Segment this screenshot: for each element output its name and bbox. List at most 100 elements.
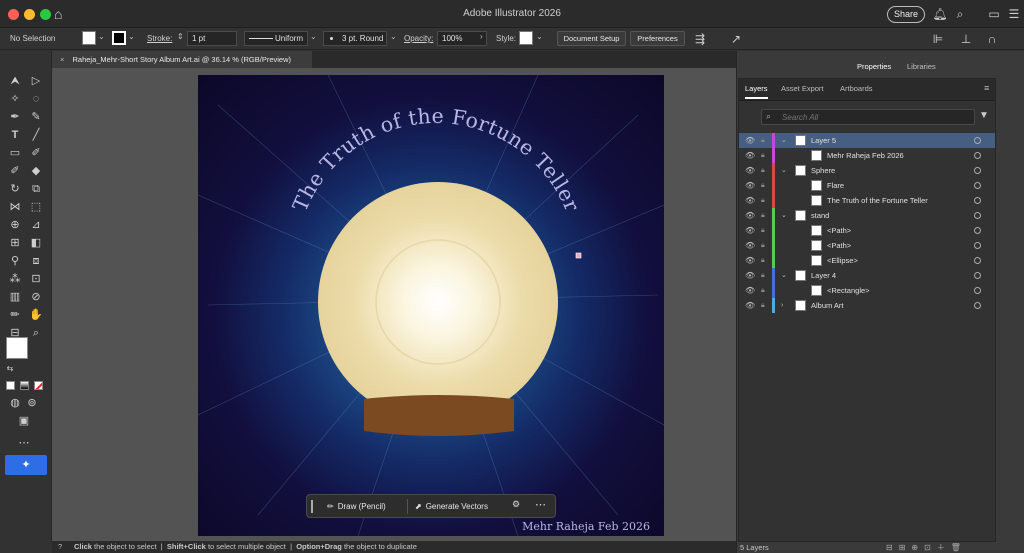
document-setup-button[interactable]: Document Setup bbox=[557, 31, 626, 46]
free-transform-tool-icon[interactable]: ⬚ bbox=[28, 199, 44, 215]
stroke-profile-select[interactable]: Uniform bbox=[244, 31, 308, 46]
target-icon[interactable] bbox=[974, 272, 981, 279]
more-options-icon[interactable]: ⋯ bbox=[535, 498, 546, 511]
visibility-eye-icon[interactable]: 👁︎ bbox=[745, 163, 755, 178]
none-mode-icon[interactable] bbox=[34, 381, 43, 390]
visibility-eye-icon[interactable]: 👁︎ bbox=[745, 193, 755, 208]
lock-icon[interactable]: 🔒︎ bbox=[761, 133, 769, 148]
layers-footer-icons[interactable]: ⊟⊞⊕⊡＋🗑︎ bbox=[886, 542, 967, 553]
stroke-weight-field[interactable]: 1 pt bbox=[187, 31, 237, 46]
target-icon[interactable] bbox=[974, 197, 981, 204]
shaper-tool-icon[interactable]: ✐ bbox=[7, 163, 23, 179]
rectangle-tool-icon[interactable]: ▭ bbox=[7, 145, 23, 161]
layer-row[interactable]: 👁︎ 🔒︎ Flare bbox=[739, 178, 995, 193]
scale-tool-icon[interactable]: ⧉ bbox=[28, 181, 44, 197]
layer-row[interactable]: 👁︎ 🔒︎ The Truth of the Fortune Teller bbox=[739, 193, 995, 208]
align-icon[interactable]: ⇶ bbox=[692, 31, 708, 47]
lock-icon[interactable]: 🔒︎ bbox=[761, 298, 769, 313]
target-icon[interactable] bbox=[974, 302, 981, 309]
chevron-down-icon[interactable]: ⌄ bbox=[781, 163, 787, 178]
paintbrush-tool-icon[interactable]: ✐ bbox=[28, 145, 44, 161]
search-icon[interactable]: ⌕ bbox=[952, 6, 968, 22]
close-tab-icon[interactable]: × bbox=[60, 55, 64, 64]
more-tools-icon[interactable]: ⋯ bbox=[16, 435, 32, 451]
direct-selection-tool-icon[interactable]: ▷ bbox=[28, 73, 44, 89]
bell-icon[interactable]: 🔔︎ bbox=[932, 6, 948, 22]
perspective-grid-tool-icon[interactable]: ⊿ bbox=[28, 217, 44, 233]
tab-properties[interactable]: Properties bbox=[852, 60, 897, 74]
shape-builder-tool-icon[interactable]: ⊕ bbox=[7, 217, 23, 233]
align-center-icon[interactable]: ⊥ bbox=[958, 31, 974, 47]
stroke-stepper-icon[interactable]: ⇕ bbox=[177, 32, 184, 41]
arrange-documents-icon[interactable]: ▭ bbox=[986, 6, 1002, 22]
filter-icon[interactable]: ▼ bbox=[979, 110, 989, 121]
change-screen-mode-icon[interactable]: ▣ bbox=[16, 413, 32, 429]
lock-icon[interactable]: 🔒︎ bbox=[761, 253, 769, 268]
help-icon[interactable]: ? bbox=[58, 541, 62, 553]
screen-mode-icon[interactable]: ⊚ bbox=[24, 395, 40, 411]
layer-row[interactable]: 👁︎ 🔒︎ ⌄ Layer 4 bbox=[739, 268, 995, 283]
visibility-eye-icon[interactable]: 👁︎ bbox=[745, 148, 755, 163]
visibility-eye-icon[interactable]: 👁︎ bbox=[745, 223, 755, 238]
target-icon[interactable] bbox=[974, 182, 981, 189]
chevron-down-icon[interactable]: ⌄ bbox=[781, 208, 787, 223]
layer-row[interactable]: 👁︎ 🔒︎ ⌄ Sphere bbox=[739, 163, 995, 178]
lock-icon[interactable]: 🔒︎ bbox=[761, 283, 769, 298]
lock-icon[interactable]: 🔒︎ bbox=[761, 193, 769, 208]
lasso-tool-icon[interactable]: ◌ bbox=[28, 91, 44, 107]
pen-tool-icon[interactable]: ✒ bbox=[7, 109, 23, 125]
overflow-indicator[interactable] bbox=[575, 252, 582, 259]
style-dropdown-icon[interactable]: ⌄ bbox=[536, 32, 543, 41]
generate-vectors-button[interactable]: ⬈ Generate Vectors bbox=[415, 499, 488, 514]
document-tab[interactable]: × Raheja_Mehr-Short Story Album Art.ai @… bbox=[52, 51, 312, 68]
visibility-eye-icon[interactable]: 👁︎ bbox=[745, 208, 755, 223]
pencil-tool-icon[interactable]: ✏ bbox=[7, 307, 23, 323]
hand-tool-icon[interactable]: ✋ bbox=[28, 307, 44, 323]
layer-row[interactable]: 👁︎ 🔒︎ Mehr Raheja Feb 2026 bbox=[739, 148, 995, 163]
generative-ai-icon[interactable]: ✦ bbox=[5, 455, 47, 475]
visibility-eye-icon[interactable]: 👁︎ bbox=[745, 133, 755, 148]
brush-dropdown-icon[interactable]: ⌄ bbox=[390, 32, 397, 41]
workspace-icon[interactable]: ☰ bbox=[1006, 6, 1022, 22]
layer-row[interactable]: 👁︎ 🔒︎ › Album Art bbox=[739, 298, 995, 313]
visibility-eye-icon[interactable]: 👁︎ bbox=[745, 253, 755, 268]
width-tool-icon[interactable]: ⋈ bbox=[7, 199, 23, 215]
stroke-swatch[interactable] bbox=[112, 31, 126, 45]
type-tool-icon[interactable]: T bbox=[7, 127, 23, 143]
target-icon[interactable] bbox=[974, 242, 981, 249]
magic-wand-tool-icon[interactable]: ✧ bbox=[7, 91, 23, 107]
tab-libraries[interactable]: Libraries bbox=[902, 60, 941, 74]
lock-icon[interactable]: 🔒︎ bbox=[761, 208, 769, 223]
lock-icon[interactable]: 🔒︎ bbox=[761, 268, 769, 283]
lock-icon[interactable]: 🔒︎ bbox=[761, 238, 769, 253]
fill-swatch[interactable] bbox=[82, 31, 96, 45]
tab-artboards[interactable]: Artboards bbox=[840, 84, 873, 93]
visibility-eye-icon[interactable]: 👁︎ bbox=[745, 178, 755, 193]
target-icon[interactable] bbox=[974, 227, 981, 234]
layer-row[interactable]: 👁︎ 🔒︎ ⌄ stand bbox=[739, 208, 995, 223]
settings-icon[interactable]: ⚙ bbox=[512, 499, 520, 510]
rotate-tool-icon[interactable]: ↻ bbox=[7, 181, 23, 197]
visibility-eye-icon[interactable]: 👁︎ bbox=[745, 283, 755, 298]
opacity-label[interactable]: Opacity: bbox=[404, 32, 433, 46]
layer-row[interactable]: 👁︎ 🔒︎ <Ellipse> bbox=[739, 253, 995, 268]
draw-pencil-button[interactable]: ✏ Draw (Pencil) bbox=[327, 499, 386, 514]
style-swatch[interactable] bbox=[519, 31, 533, 45]
opacity-arrow-icon[interactable]: › bbox=[480, 32, 483, 41]
visibility-eye-icon[interactable]: 👁︎ bbox=[745, 298, 755, 313]
fill-color-swatch[interactable] bbox=[6, 337, 28, 359]
zoom-tool-icon[interactable]: ⌕ bbox=[28, 325, 44, 341]
draw-mode-icon[interactable]: ◍ bbox=[7, 395, 23, 411]
target-icon[interactable] bbox=[974, 287, 981, 294]
selection-tool-icon[interactable]: ⮝ bbox=[7, 73, 23, 89]
lock-icon[interactable]: 🔒︎ bbox=[761, 163, 769, 178]
chevron-down-icon[interactable]: ⌄ bbox=[781, 133, 787, 148]
fill-dropdown-icon[interactable]: ⌄ bbox=[98, 32, 105, 41]
tab-asset-export[interactable]: Asset Export bbox=[781, 84, 824, 93]
color-mode-icon[interactable] bbox=[6, 381, 15, 390]
column-graph-tool-icon[interactable]: ▥ bbox=[7, 289, 23, 305]
line-tool-icon[interactable]: ╱ bbox=[28, 127, 44, 143]
drag-handle[interactable] bbox=[311, 500, 313, 513]
symbol-sprayer-tool-icon[interactable]: ⁂ bbox=[7, 271, 23, 287]
stroke-label[interactable]: Stroke: bbox=[147, 32, 172, 46]
